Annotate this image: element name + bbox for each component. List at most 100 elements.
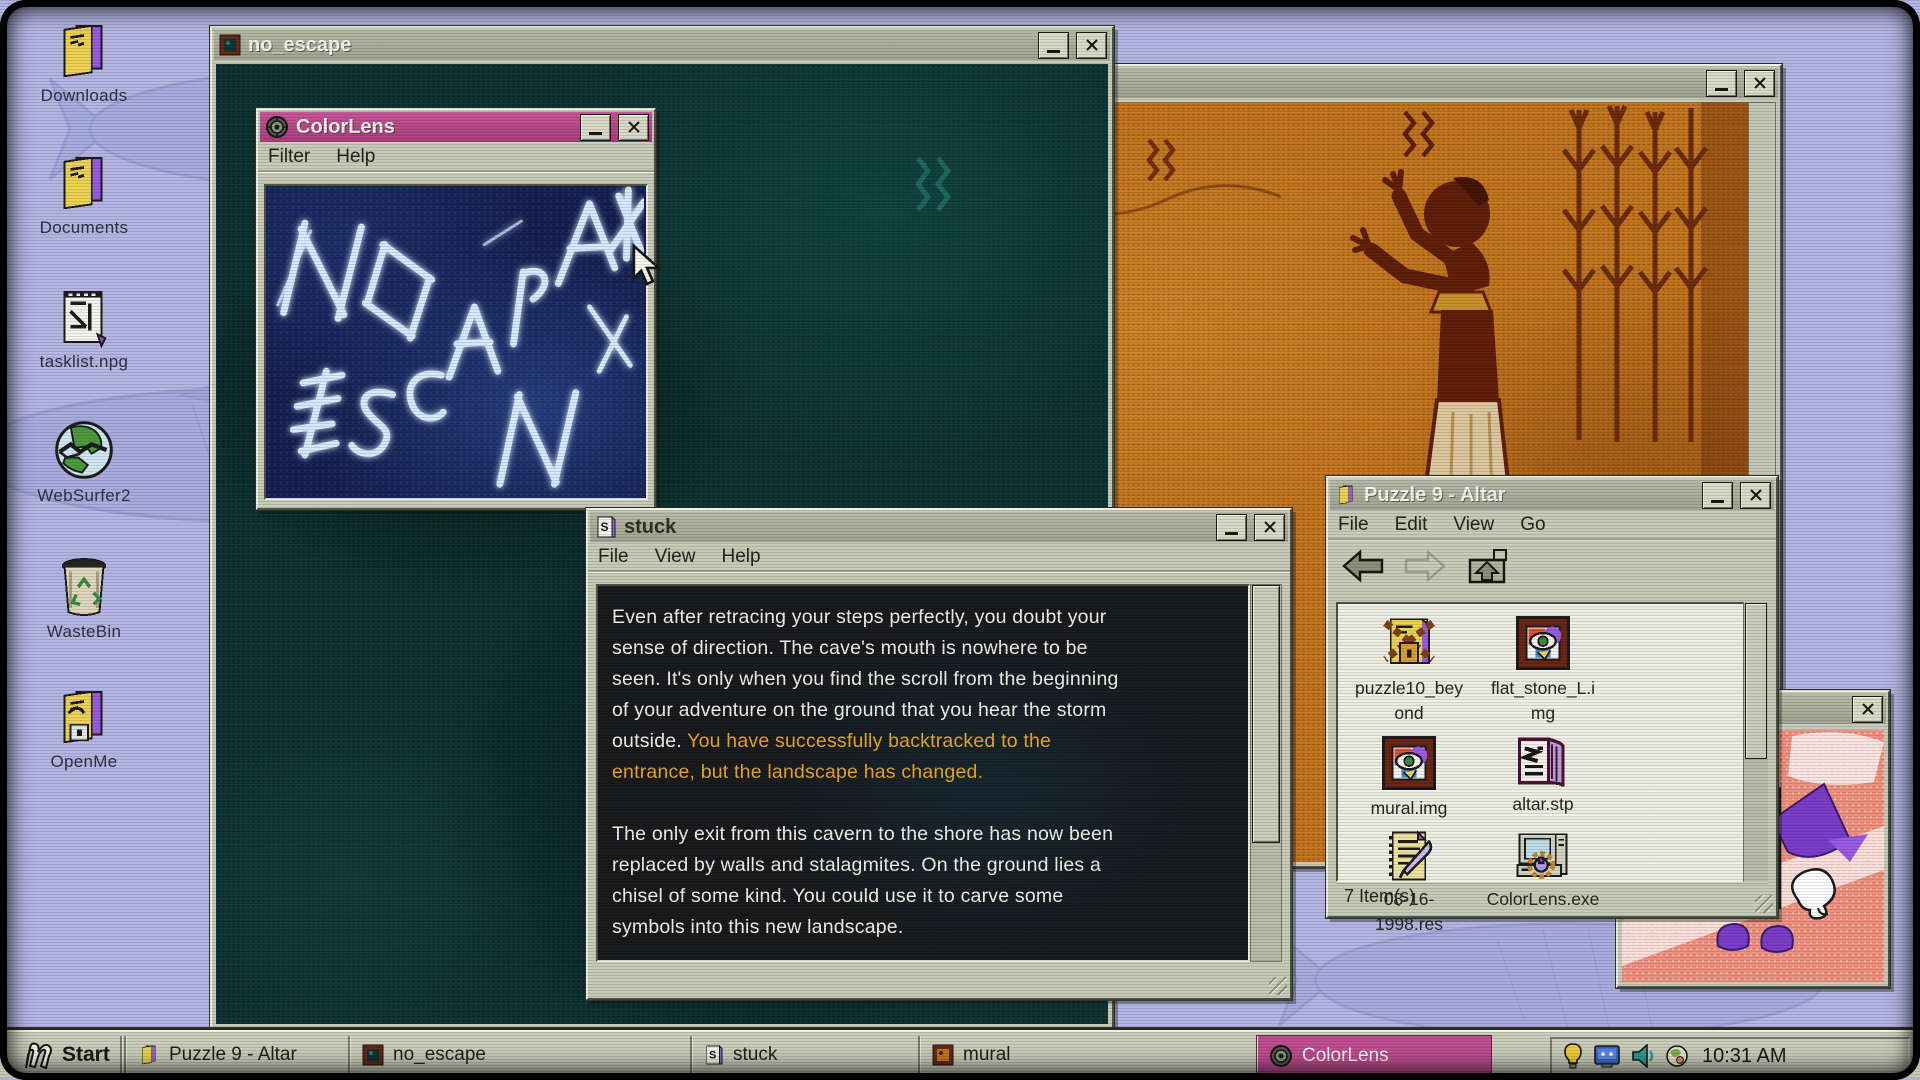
- file-list-panel: puzzle10_beyond flat_stone_L.img: [1336, 602, 1768, 882]
- lightbulb-tray-icon[interactable]: [1562, 1043, 1584, 1069]
- minimize-button[interactable]: [1702, 482, 1733, 509]
- desktop-icon-label: WasteBin: [26, 622, 142, 642]
- story-line: replaced by walls and stalagmites. On th…: [612, 850, 1248, 881]
- window-colorlens: ColorLens Filter Help: [256, 108, 656, 510]
- start-button[interactable]: Start: [10, 1037, 120, 1073]
- titlebar-no-escape[interactable]: no_escape: [214, 30, 1110, 60]
- cave-squiggle-glyph: [906, 154, 956, 244]
- menu-help[interactable]: Help: [721, 546, 760, 568]
- titlebar-stuck[interactable]: S stuck: [590, 512, 1288, 542]
- close-button[interactable]: [1254, 514, 1285, 541]
- story-line: The only exit from this cavern to the sh…: [612, 819, 1248, 850]
- file-item-res-file[interactable]: 08-16-1998.res: [1342, 827, 1476, 937]
- taskbar-task-stuck[interactable]: S stuck: [690, 1036, 930, 1074]
- story-line: sense of direction. The cave's mouth is …: [612, 633, 1248, 664]
- scrollbar-thumb[interactable]: [1252, 585, 1280, 843]
- file-item-mural-img[interactable]: mural.img: [1342, 732, 1476, 821]
- story-line-mixed: outside. You have successfully backtrack…: [612, 726, 1248, 757]
- up-directory-button[interactable]: [1464, 546, 1510, 586]
- resize-grip[interactable]: [1755, 895, 1773, 913]
- item-count: 7 Item(s): [1344, 886, 1415, 906]
- close-button[interactable]: [1744, 70, 1775, 97]
- minimize-button[interactable]: [580, 114, 611, 141]
- file-item-puzzle10-beyond[interactable]: puzzle10_beyond: [1342, 612, 1476, 726]
- picture-icon: [1378, 732, 1440, 794]
- forward-button[interactable]: [1402, 548, 1448, 584]
- desktop-icon-label: WebSurfer2: [26, 486, 142, 506]
- file-name: mural.img: [1351, 796, 1467, 821]
- close-icon: [1749, 488, 1763, 502]
- svg-text:S: S: [709, 1050, 716, 1062]
- folder-icon: [53, 20, 115, 82]
- back-button[interactable]: [1340, 548, 1386, 584]
- taskbar-task-no-escape[interactable]: no_escape: [348, 1036, 702, 1074]
- titlebar-colorlens[interactable]: ColorLens: [260, 112, 652, 142]
- puzzle9-statusbar: 7 Item(s): [1336, 883, 1768, 910]
- desktop-icon-label: tasklist.npg: [26, 352, 142, 372]
- crt-screen: Downloads Documents tasklist.npg WebSurf…: [0, 0, 1920, 1080]
- locked-folder-icon: [53, 686, 115, 748]
- window-title: Puzzle 9 - Altar: [1364, 484, 1695, 507]
- note-quill-icon: [1378, 827, 1440, 885]
- close-button[interactable]: [1740, 482, 1771, 509]
- file-name: flat_stone_L.img: [1485, 676, 1601, 726]
- menu-edit[interactable]: Edit: [1395, 514, 1428, 536]
- orb-tray-icon[interactable]: [1665, 1044, 1689, 1068]
- menu-filter[interactable]: Filter: [268, 146, 310, 168]
- svg-text:S: S: [601, 520, 609, 534]
- desktop-icon-openme[interactable]: OpenMe: [26, 686, 142, 772]
- globe-icon: [52, 418, 116, 482]
- minimize-icon: [1715, 88, 1728, 91]
- close-icon: [1263, 520, 1277, 534]
- close-button[interactable]: [618, 114, 649, 141]
- task-label: ColorLens: [1302, 1045, 1389, 1067]
- desktop-icon-wastebin[interactable]: WasteBin: [26, 554, 142, 642]
- display-tray-icon[interactable]: [1593, 1044, 1621, 1068]
- titlebar-puzzle9[interactable]: Puzzle 9 - Altar: [1330, 480, 1774, 510]
- file-item-colorlens-exe[interactable]: ColorLens.exe: [1476, 827, 1610, 937]
- system-tray: 10:31 AM: [1550, 1037, 1910, 1075]
- stuck-menubar: File View Help: [588, 542, 1290, 572]
- stuck-scrollbar[interactable]: [1250, 584, 1282, 962]
- story-line: Even after retracing your steps perfectl…: [612, 602, 1248, 633]
- taskbar-divider: [120, 1036, 122, 1074]
- image-icon: [362, 1044, 384, 1066]
- desktop-icon-downloads[interactable]: Downloads: [26, 20, 142, 106]
- menu-help[interactable]: Help: [336, 146, 375, 168]
- trash-icon: [55, 554, 113, 618]
- titlebar-mural[interactable]: [999, 68, 1778, 98]
- resize-grip[interactable]: [1269, 977, 1287, 995]
- desktop-icon-label: OpenMe: [26, 752, 142, 772]
- taskbar-task-colorlens[interactable]: ColorLens: [1256, 1035, 1492, 1077]
- puzzle9-menubar: File Edit View Go: [1328, 510, 1776, 540]
- menu-file[interactable]: File: [598, 546, 629, 568]
- file-item-altar-stp[interactable]: altar.stp: [1476, 732, 1610, 821]
- window-stuck: S stuck File View Help Even after retrac…: [586, 508, 1292, 1000]
- colorlens-menubar: Filter Help: [258, 142, 654, 172]
- scrollbar-thumb[interactable]: [1745, 603, 1767, 759]
- task-label: no_escape: [393, 1044, 486, 1066]
- book-icon: [1512, 732, 1574, 790]
- taskbar-task-puzzle9[interactable]: Puzzle 9 - Altar: [124, 1036, 360, 1074]
- file-item-flat-stone[interactable]: flat_stone_L.img: [1476, 612, 1610, 726]
- taskbar-task-mural[interactable]: mural: [918, 1036, 1158, 1074]
- menu-view[interactable]: View: [655, 546, 696, 568]
- puzzle9-scrollbar[interactable]: [1743, 602, 1768, 882]
- minimize-button[interactable]: [1706, 70, 1737, 97]
- speaker-tray-icon[interactable]: [1630, 1044, 1656, 1068]
- desktop-icon-documents[interactable]: Documents: [26, 152, 142, 238]
- close-button[interactable]: [1076, 32, 1107, 59]
- close-button[interactable]: [1852, 696, 1883, 723]
- menu-go[interactable]: Go: [1520, 514, 1545, 536]
- desktop-icon-websurfer2[interactable]: WebSurfer2: [26, 418, 142, 506]
- desktop-icon-tasklist[interactable]: tasklist.npg: [26, 284, 142, 372]
- menu-file[interactable]: File: [1338, 514, 1369, 536]
- close-icon: [627, 120, 641, 134]
- minimize-button[interactable]: [1216, 514, 1247, 541]
- start-label: Start: [62, 1043, 110, 1067]
- highlighted-text: You have successfully backtracked to the: [687, 730, 1051, 752]
- minimize-button[interactable]: [1038, 32, 1069, 59]
- menu-view[interactable]: View: [1453, 514, 1494, 536]
- task-label: mural: [963, 1044, 1011, 1066]
- desktop-icon-label: Documents: [26, 218, 142, 238]
